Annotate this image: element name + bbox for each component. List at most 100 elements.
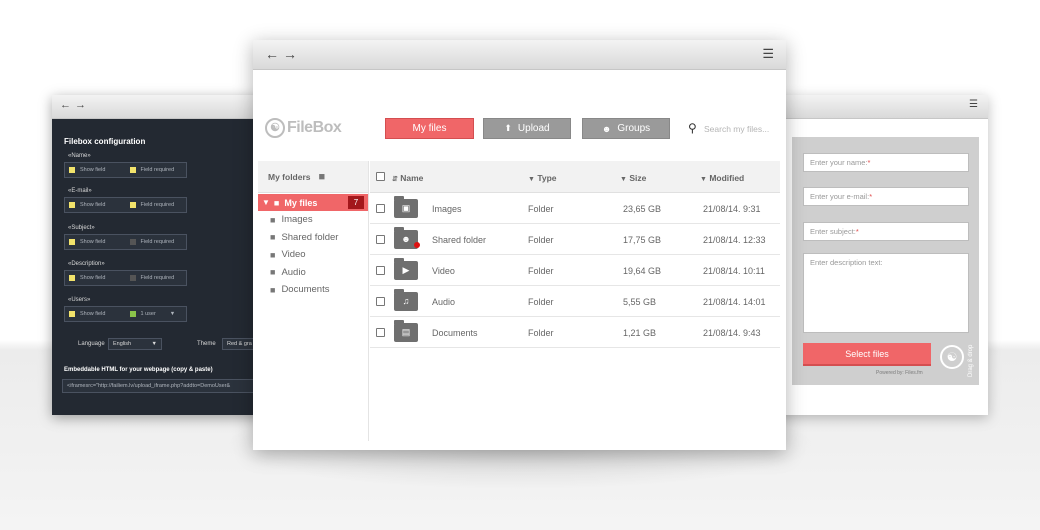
sidebar-header-label: My folders — [268, 171, 311, 182]
upload-form-panel: Enter your name:* Enter your e-mail:* En… — [792, 137, 979, 385]
upload-arrow-icon: ⬆ — [504, 123, 512, 133]
column-size-label: Size — [629, 173, 647, 183]
row-checkbox[interactable] — [376, 235, 385, 244]
language-label: Language — [78, 341, 105, 347]
language-select[interactable]: English ▼ — [108, 338, 162, 350]
upload-window-titlebar: ☰ — [772, 95, 988, 119]
table-header: ⇵ Name ▼ Type ▼ Size ▼ Modified — [370, 161, 780, 193]
users-icon: ☻ — [601, 123, 612, 134]
row-checkbox[interactable] — [376, 266, 385, 275]
row-modified: 21/08/14. 9:31 — [703, 204, 761, 214]
row-name: Documents — [432, 328, 478, 338]
toggle-label: Field required — [140, 167, 175, 173]
nav-arrows-icon[interactable]: ←→ — [60, 99, 90, 111]
sort-modified-header[interactable]: ▼ Modified — [700, 173, 744, 183]
video-folder-icon: ▶ — [394, 258, 418, 280]
nav-arrows-icon[interactable]: ←→ — [265, 46, 301, 62]
config-group-label: «Subject» — [68, 225, 95, 231]
sort-size-header[interactable]: ▼ Size — [620, 173, 646, 183]
show-field-toggle[interactable]: Show field — [65, 311, 126, 317]
row-name: Audio — [432, 297, 456, 307]
folder-icon: ■ — [318, 170, 326, 183]
row-type: Folder — [528, 328, 554, 338]
column-name-label: Name — [400, 173, 424, 183]
sidebar-item-video[interactable]: ■ Video — [258, 246, 368, 264]
email-field[interactable]: Enter your e-mail:* — [803, 187, 969, 206]
users-count-select[interactable]: 1 user ▼ — [126, 311, 187, 317]
row-size: 23,65 GB — [623, 204, 662, 214]
checkbox-square-icon — [129, 202, 136, 208]
select-files-button[interactable]: Select files — [803, 343, 931, 366]
config-group-label: «E-mail» — [68, 188, 92, 194]
checkbox-square-icon — [69, 311, 75, 317]
description-textarea[interactable]: Enter description text: — [803, 253, 969, 333]
column-modified-label: Modified — [709, 173, 745, 183]
sort-name-header[interactable]: ⇵ Name — [392, 173, 423, 183]
search-input[interactable] — [704, 122, 776, 136]
sidebar-item-shared-folder[interactable]: ■ Shared folder — [258, 229, 368, 247]
sidebar-header: My folders ■ — [258, 161, 368, 193]
show-field-toggle[interactable]: Show field — [65, 239, 126, 245]
checkbox-square-icon — [129, 311, 136, 317]
row-checkbox[interactable] — [376, 297, 385, 306]
audio-folder-icon: ♫ — [394, 289, 418, 311]
folder-icon: ■ — [270, 214, 276, 225]
table-row[interactable]: ♫ Audio Folder 5,55 GB 21/08/14. 14:01 — [370, 286, 780, 317]
logo-text: FileBox — [287, 119, 342, 136]
row-type: Folder — [528, 204, 554, 214]
menu-icon[interactable]: ☰ — [969, 99, 978, 110]
sidebar-item-audio[interactable]: ■ Audio — [258, 264, 368, 282]
file-count-badge: 7 — [348, 196, 364, 209]
checkbox-square-icon — [129, 275, 136, 281]
row-modified: 21/08/14. 10:11 — [703, 266, 765, 276]
table-row[interactable]: ▤ Documents Folder 1,21 GB 21/08/14. 9:4… — [370, 317, 780, 348]
row-name: Shared folder — [432, 235, 487, 245]
my-files-button[interactable]: My files — [385, 118, 474, 139]
checkbox-square-icon — [69, 202, 75, 208]
sidebar-item-my-files[interactable]: ▼ ■ My files 7 — [258, 194, 368, 211]
subject-field[interactable]: Enter subject:* — [803, 222, 969, 241]
show-field-toggle[interactable]: Show field — [65, 167, 126, 173]
sort-type-header[interactable]: ▼ Type — [528, 173, 557, 183]
table-row[interactable]: ☻ Shared folder Folder 17,75 GB 21/08/14… — [370, 224, 780, 255]
config-window-titlebar: ←→ — [52, 95, 267, 119]
groups-button[interactable]: ☻ Groups — [582, 118, 670, 139]
show-field-toggle[interactable]: Show field — [65, 202, 126, 208]
config-row: Show field Field required — [64, 270, 187, 286]
upload-button[interactable]: ⬆ Upload — [483, 118, 571, 139]
sidebar-item-label: Images — [281, 214, 313, 226]
checkbox-square-icon — [69, 239, 75, 245]
powered-by[interactable]: Powered by: Files.fm — [876, 370, 923, 376]
sidebar-item-label: Documents — [281, 284, 330, 296]
toggle-label: Show field — [80, 311, 106, 317]
row-checkbox[interactable] — [376, 204, 385, 213]
row-type: Folder — [528, 235, 554, 245]
field-required-toggle[interactable]: Field required — [126, 202, 187, 208]
name-field[interactable]: Enter your name:* — [803, 153, 969, 172]
search-icon[interactable]: ⚲ — [688, 121, 697, 135]
config-row: Show field 1 user ▼ — [64, 306, 187, 322]
show-field-toggle[interactable]: Show field — [65, 275, 126, 281]
field-required-toggle[interactable]: Field required — [126, 167, 187, 173]
row-checkbox[interactable] — [376, 328, 385, 337]
table-row[interactable]: ▣ Images Folder 23,65 GB 21/08/14. 9:31 — [370, 193, 780, 224]
row-name: Video — [432, 266, 455, 276]
embed-code-field[interactable]: <iframesrc="http://failiem.lv/upload_ifr… — [62, 379, 267, 393]
table-row[interactable]: ▶ Video Folder 19,64 GB 21/08/14. 10:11 — [370, 255, 780, 286]
sidebar-item-images[interactable]: ■ Images — [258, 211, 368, 229]
config-window: ←→ Filebox configuration «Name» Show fie… — [52, 95, 267, 415]
email-placeholder: Enter your e-mail: — [810, 192, 870, 201]
config-group-name: «Name» Show field Field required — [64, 153, 264, 178]
subject-placeholder: Enter subject: — [810, 227, 856, 236]
folder-icon: ■ — [270, 267, 276, 278]
config-row: Show field Field required — [64, 197, 187, 213]
field-required-toggle[interactable]: Field required — [126, 239, 187, 245]
toggle-label: 1 user — [140, 311, 156, 317]
embed-title: Embeddable HTML for your webpage (copy &… — [64, 367, 213, 373]
field-required-toggle[interactable]: Field required — [126, 275, 187, 281]
menu-icon[interactable]: ☰ — [762, 46, 774, 62]
column-type-label: Type — [537, 173, 557, 183]
select-all-checkbox[interactable] — [376, 172, 385, 181]
sidebar-item-documents[interactable]: ■ Documents — [258, 281, 368, 299]
config-group-label: «Name» — [68, 153, 91, 159]
